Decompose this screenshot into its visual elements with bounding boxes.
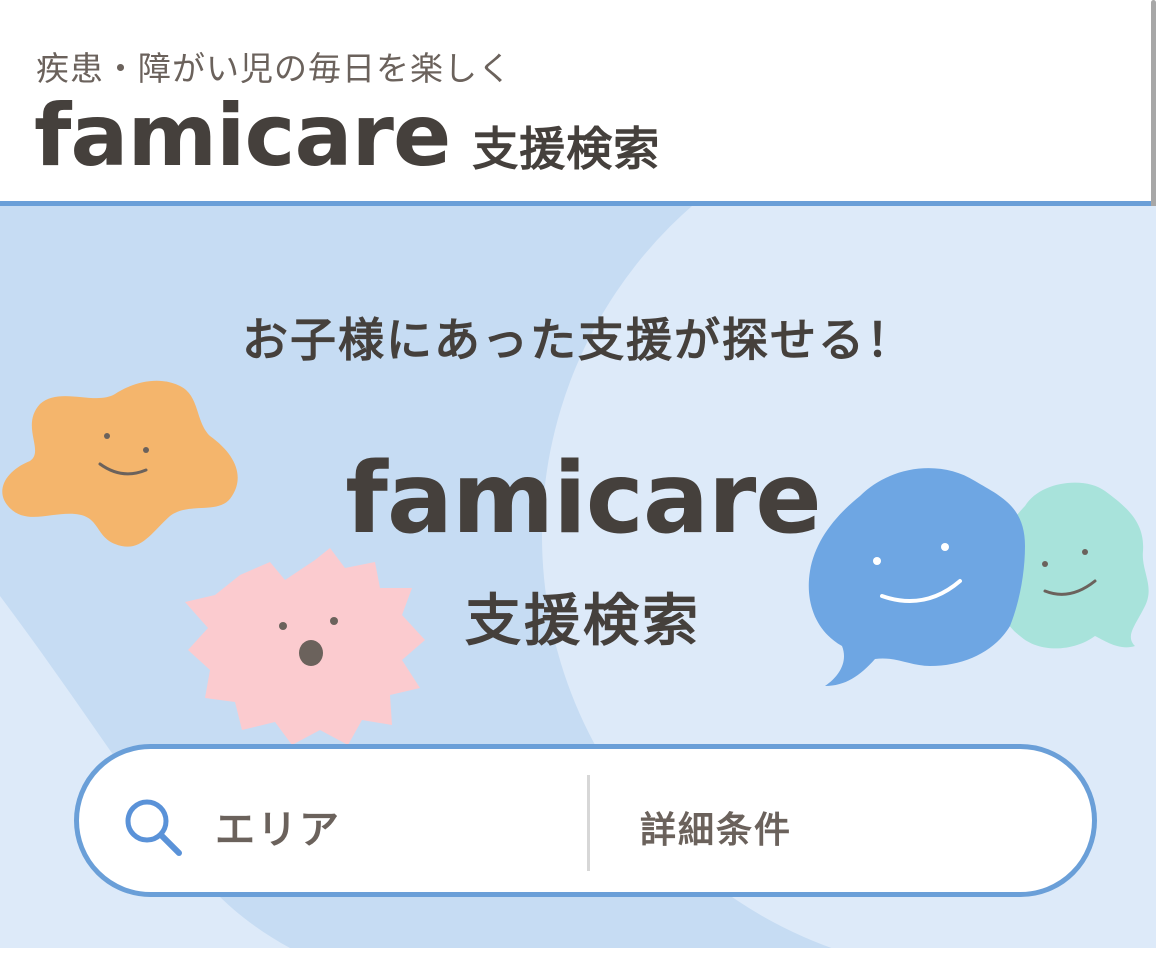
detail-conditions-button[interactable]: 詳細条件 [590, 749, 1092, 892]
search-icon [125, 799, 182, 856]
site-header: 疾患・障がい児の毎日を楽しく famicare 支援検索 [0, 0, 1156, 206]
blue-character-illustration [808, 468, 1025, 686]
header-logo[interactable]: famicare 支援検索 [34, 86, 660, 186]
pink-character-illustration [185, 548, 425, 745]
detail-conditions-label: 詳細条件 [640, 810, 793, 851]
area-label: エリア [215, 807, 341, 853]
logo-wordmark: famicare [34, 86, 451, 186]
area-search-button[interactable]: エリア [79, 749, 587, 892]
hero-section: お子様にあった支援が探せる！ famicare 支援検索 エリア 詳細条件 [0, 206, 1156, 948]
hero-headline: お子様にあった支援が探せる！ [242, 313, 914, 367]
logo-subtitle: 支援検索 [472, 122, 661, 176]
search-bar: エリア 詳細条件 [74, 744, 1097, 897]
tagline: 疾患・障がい児の毎日を楽しく [36, 49, 512, 88]
orange-character-illustration [2, 380, 238, 547]
